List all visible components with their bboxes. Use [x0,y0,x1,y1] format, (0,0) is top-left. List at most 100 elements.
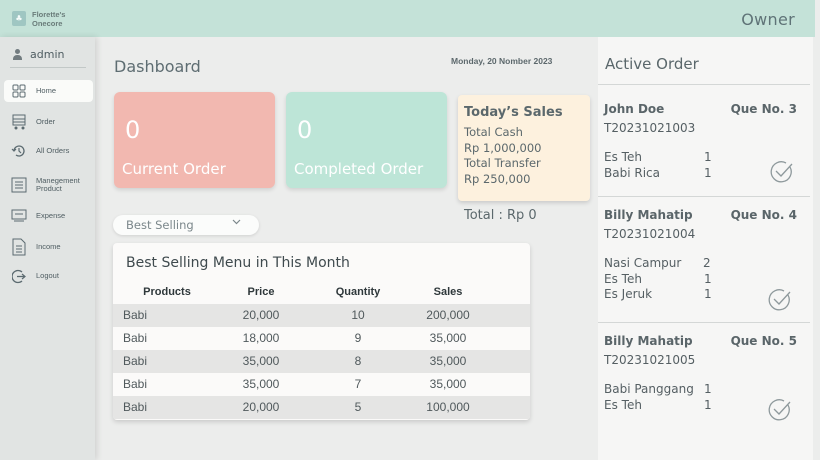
sidebar-item-income[interactable]: Income [4,236,93,258]
column-header: Quantity [335,286,381,298]
cell-sales: 35,000 [429,331,467,345]
order-item-qty: 1 [704,272,712,286]
active-order-panel: Active Order John Doe Que No. 3 T2023102… [598,37,813,460]
current-order-label: Current Order [122,160,226,178]
chevron-down-icon [232,217,241,229]
queue-number: Que No. 3 [730,102,797,116]
sidebar-item-label: Manegement Product [36,175,80,193]
queue-number: Que No. 5 [730,334,797,348]
grid-icon [10,82,28,100]
table-row[interactable]: Babi 35,000 7 35,000 [113,373,530,396]
logo: ♣ [12,11,26,26]
cell-price: 20,000 [242,308,280,322]
complete-order-check-icon[interactable] [768,288,792,312]
sidebar-item-management-product[interactable]: Manegement Product [4,174,93,196]
current-order-card[interactable]: 0 Current Order [114,92,275,188]
sidebar-item-order[interactable]: Order [4,111,93,133]
sidebar-item-label: Expense [36,210,66,220]
table-title: Best Selling Menu in This Month [126,255,350,271]
order-item: Es Jeruk [604,287,653,301]
complete-order-check-icon[interactable] [770,160,794,184]
order-item: Es Teh [604,398,642,412]
divider [598,322,810,323]
cell-quantity: 10 [351,308,365,322]
completed-order-label: Completed Order [294,160,424,178]
order-item: Nasi Campur [604,256,682,270]
logo-icon: ♣ [15,14,23,23]
cell-product: Babi [123,354,148,368]
cell-price: 35,000 [242,354,280,368]
divider [598,196,810,197]
order-item: Babi Panggang [604,382,694,396]
current-order-count: 0 [125,116,141,144]
divider [10,67,86,68]
table-row[interactable]: Babi 20,000 5 100,000 [113,396,530,419]
order-code: T20231021003 [604,121,696,135]
cell-sales: 35,000 [429,354,467,368]
user-role: Owner [741,10,795,29]
complete-order-check-icon[interactable] [768,398,792,422]
order-card[interactable]: John Doe Que No. 3 T20231021003 Es Teh 1… [598,102,813,222]
customer-name: Billy Mahatip [604,334,693,348]
cash-value: Rp 1,000,000 [464,140,542,155]
brand-name: Florette's Onecore [32,10,66,28]
order-item-qty: 1 [704,166,712,180]
cell-sales: 35,000 [429,377,467,391]
table-header: Products Price Quantity Sales [113,286,530,304]
table-row[interactable]: Babi 20,000 10 200,000 [113,304,530,327]
cell-quantity: 9 [354,331,362,345]
cell-sales: 100,000 [426,400,470,414]
today-sales-card: Today’s Sales Total Cash Rp 1,000,000 To… [458,95,590,201]
dropdown-value: Best Selling [126,218,194,232]
sidebar-item-label: Order [36,116,56,126]
order-card[interactable]: Billy Mahatip Que No. 4 T20231021004 Nas… [598,208,813,328]
order-item: Es Teh [604,150,642,164]
completed-order-card[interactable]: 0 Completed Order [286,92,447,188]
wallet-icon [10,207,28,225]
logout-icon [10,267,28,285]
order-item-qty: 2 [703,256,711,270]
cell-price: 35,000 [242,377,280,391]
transfer-label: Total Transfer [464,156,541,170]
cash-label: Total Cash [464,125,523,139]
sidebar: admin Home Order All Orders Manegement P… [0,37,95,460]
sales-title: Today’s Sales [464,105,563,120]
order-item-qty: 1 [704,398,712,412]
order-item-qty: 1 [704,382,712,396]
user-profile[interactable]: admin [13,48,64,61]
cell-quantity: 7 [354,377,362,391]
sort-dropdown[interactable]: Best Selling [113,215,259,235]
order-code: T20231021005 [604,353,696,367]
page-title: Dashboard [114,57,201,76]
sidebar-item-all-orders[interactable]: All Orders [4,140,93,162]
completed-order-count: 0 [297,116,313,144]
history-icon [10,142,28,160]
column-header: Price [247,286,275,298]
transfer-value: Rp 250,000 [464,171,531,186]
sidebar-item-label: Home [36,85,57,95]
queue-number: Que No. 4 [730,208,797,222]
sales-total: Total : Rp 0 [464,208,537,223]
cell-price: 20,000 [242,400,280,414]
cell-product: Babi [123,377,148,391]
sidebar-item-logout[interactable]: Logout [4,265,93,287]
username: admin [30,48,65,61]
column-header: Sales [433,286,463,298]
sidebar-item-label: Logout [36,270,59,280]
current-date: Monday, 20 Nomber 2023 [451,56,553,66]
cell-product: Babi [123,400,148,414]
sidebar-item-label: All Orders [36,145,70,155]
sidebar-item-expense[interactable]: Expense [4,205,93,227]
best-selling-table: Best Selling Menu in This Month Products… [113,243,530,420]
order-card[interactable]: Billy Mahatip Que No. 5 T20231021005 Bab… [598,334,813,454]
product-list-icon [10,176,28,194]
document-icon [10,238,28,256]
table-row[interactable]: Babi 35,000 8 35,000 [113,350,530,373]
order-item-qty: 1 [704,150,712,164]
divider [598,84,810,85]
order-item: Babi Rica [604,166,660,180]
cell-quantity: 5 [354,400,362,414]
cell-price: 18,000 [242,331,280,345]
table-row[interactable]: Babi 18,000 9 35,000 [113,327,530,350]
sidebar-item-home[interactable]: Home [4,80,93,102]
